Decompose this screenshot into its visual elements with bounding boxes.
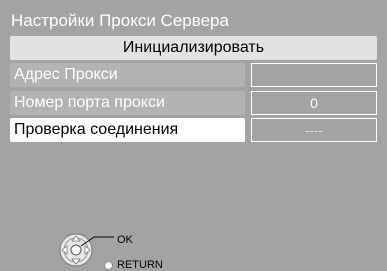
initialize-button-label: Инициализировать <box>122 39 265 56</box>
connection-test-field[interactable]: ---- <box>251 118 377 142</box>
setting-label: Проверка соединения <box>14 121 179 138</box>
proxy-address-label[interactable]: Адрес Прокси <box>10 63 245 87</box>
proxy-port-field[interactable]: 0 <box>251 91 377 115</box>
setting-label: Адрес Прокси <box>14 66 118 83</box>
setting-value: 0 <box>310 95 318 111</box>
proxy-address-field[interactable] <box>251 63 377 87</box>
initialize-button[interactable]: Инициализировать <box>10 36 377 60</box>
setting-value: ---- <box>305 122 323 138</box>
setting-label: Номер порта прокси <box>14 94 165 111</box>
page-title: Настройки Прокси Сервера <box>11 11 229 30</box>
return-hint: RETURN <box>117 259 163 271</box>
connection-test-label[interactable]: Проверка соединения <box>10 118 245 142</box>
ok-hint: OK <box>117 234 133 246</box>
return-icon <box>104 261 113 270</box>
proxy-port-label[interactable]: Номер порта прокси <box>10 91 245 115</box>
